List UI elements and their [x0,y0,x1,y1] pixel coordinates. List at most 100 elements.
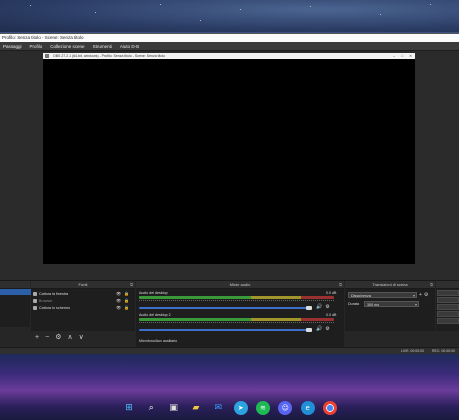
sources-list[interactable]: Cattura la finestra 👁 🔒 Browser 👁 🔒 Catt… [31,289,135,331]
volume-meter [139,296,334,299]
source-label: Browser [39,299,53,303]
captured-window-controls: – □ ✕ [393,53,412,59]
controls-dock-header [436,281,459,289]
star [240,9,241,10]
close-icon: ✕ [409,54,412,58]
star [30,5,31,6]
source-controls: 👁 🔒 [116,305,129,310]
spotify-icon[interactable]: ≋ [255,401,270,415]
dock-undock-icon[interactable]: ⧉ [430,281,433,288]
source-item-cattura-finestra[interactable]: Cattura la finestra 👁 🔒 [33,291,129,297]
speaker-icon[interactable]: 🔊 [316,326,322,332]
captured-window-title: OBS 27.2.1 (64-bit, windows) - Profilo: … [53,54,166,58]
star [380,14,381,15]
sources-title: Fonti [78,282,88,287]
duration-label: Durata [348,302,360,306]
volume-meter [139,318,334,321]
eye-icon[interactable]: 👁 [116,305,121,310]
gear-icon[interactable]: ⚙ [325,304,329,310]
selected-scene-row[interactable] [0,289,32,295]
lock-icon[interactable]: 🔒 [124,298,129,303]
live-timer: LIVE: 00:00:00 [400,349,425,353]
chrome-icon[interactable] [322,401,337,415]
menu-passaggi[interactable]: Passaggi [3,44,22,49]
transitions-title: Transizioni di scena [372,282,408,287]
source-item-browser[interactable]: Browser 👁 🔒 [33,298,129,304]
volume-slider-handle[interactable] [306,306,312,310]
source-label: Cattura lo schermo [39,306,71,310]
mixer-dock-header: Mixer audio ⧉ [136,281,344,289]
settings-button[interactable] [437,318,459,324]
docks-area: Fonti ⧉ Cattura la finestra 👁 🔒 Browser … [0,280,459,347]
monitor-icon [33,306,37,310]
eye-icon[interactable]: 👁 [116,298,121,303]
mixer-channel-label: Audio del desktop [139,291,168,295]
source-controls: 👁 🔒 [116,291,129,296]
telegram-icon[interactable]: ➤ [233,401,248,415]
obs-window: Profilo: Senza titolo - Scene: Senza tit… [0,33,459,355]
mixer-body: Audio del desktop 0.0 dB 🔊 ⚙ Audio del d… [136,289,344,347]
studio-mode-button[interactable] [437,311,459,317]
move-down-button[interactable]: ∨ [79,334,84,341]
obs-app-icon [45,54,49,58]
gear-icon[interactable]: ⚙ [424,292,428,298]
windows-start-icon[interactable]: ⊞ [122,401,136,415]
mail-icon[interactable]: ✉ [211,401,225,415]
mixer-channel-db: 0.0 dB [326,313,337,317]
mixer-channel-db: 0.0 dB [326,291,337,295]
scenes-list[interactable] [0,289,32,327]
transition-select-row: Dissolvenza + ⚙ [348,292,428,299]
gear-icon[interactable]: ⚙ [325,326,329,332]
start-streaming-button[interactable] [437,290,459,296]
star [310,6,311,7]
sources-dock-header: Fonti ⧉ [31,281,135,289]
sources-toolbar: + − ⚙ ∧ ∨ [35,334,84,341]
star [430,4,431,5]
move-up-button[interactable]: ∧ [67,334,72,341]
search-icon[interactable]: ⌕ [144,401,158,415]
edge-icon[interactable]: e [300,401,315,415]
desktop-wallpaper-top [0,0,459,32]
window-capture-icon [33,292,37,296]
add-transition-icon[interactable]: + [419,292,422,298]
volume-slider[interactable] [139,307,309,309]
speaker-icon[interactable]: 🔊 [316,304,322,310]
duration-row: Durata 300 ms [348,301,419,308]
virtual-camera-button[interactable] [437,304,459,310]
dock-undock-icon[interactable]: ⧉ [339,281,342,288]
star [200,20,201,21]
eye-icon[interactable]: 👁 [116,291,121,296]
duration-input[interactable]: 300 ms [364,301,419,308]
remove-source-button[interactable]: − [45,334,49,341]
mixer-channel-label: Audio del desktop 2 [139,313,171,317]
source-controls: 👁 🔒 [116,298,129,303]
source-properties-button[interactable]: ⚙ [55,334,61,341]
task-view-icon[interactable]: ▣ [167,401,181,415]
volume-slider-handle[interactable] [306,328,312,332]
source-label: Cattura la finestra [39,292,69,296]
taskbar: ⊞ ⌕ ▣ ▰ ✉ ➤ ≋ ☺ e [118,396,341,420]
menu-profilo[interactable]: Profilo [30,44,43,49]
dock-undock-icon[interactable]: ⧉ [130,281,133,288]
menu-bar: Passaggi Profilo Collezione scene Strume… [0,42,459,51]
maximize-icon: □ [400,54,404,58]
discord-icon[interactable]: ☺ [278,401,293,415]
star [95,12,96,13]
menu-strumenti[interactable]: Strumenti [93,44,112,49]
minimize-icon: – [392,54,395,58]
meter-scale [139,322,334,327]
menu-collezione-scene[interactable]: Collezione scene [50,44,84,49]
file-explorer-icon[interactable]: ▰ [189,401,203,415]
add-source-button[interactable]: + [35,334,39,341]
lock-icon[interactable]: 🔒 [124,305,129,310]
start-recording-button[interactable] [437,297,459,303]
browser-icon [33,299,37,303]
lock-icon[interactable]: 🔒 [124,291,129,296]
menu-aiuto[interactable]: Aiuto D-B [120,44,139,49]
source-item-cattura-schermo[interactable]: Cattura lo schermo 👁 🔒 [33,305,129,311]
preview-canvas[interactable]: OBS 27.2.1 (64-bit, windows) - Profilo: … [43,53,415,264]
transition-select[interactable]: Dissolvenza [348,292,417,299]
volume-slider[interactable] [139,329,309,331]
scenes-dock-header [0,281,30,289]
preview-area: OBS 27.2.1 (64-bit, windows) - Profilo: … [0,51,459,298]
